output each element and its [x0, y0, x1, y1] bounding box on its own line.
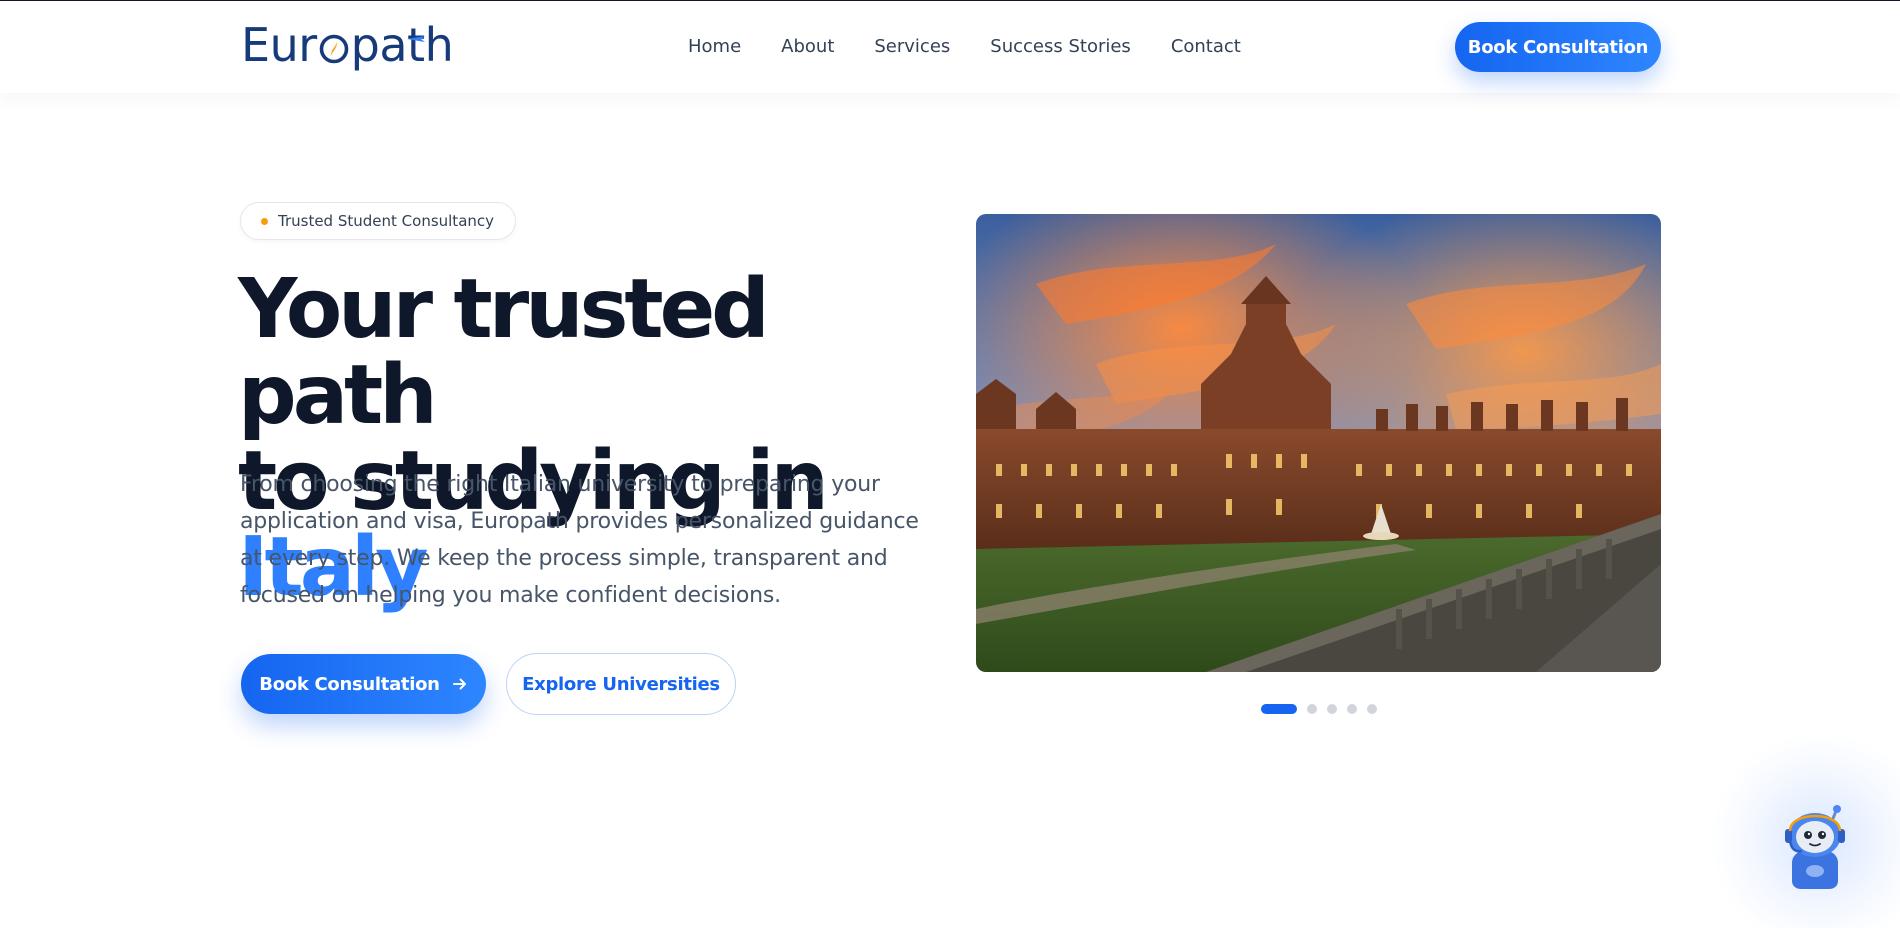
- hero-book-consultation-button[interactable]: Book Consultation: [241, 654, 486, 714]
- carousel-dot-2[interactable]: [1307, 704, 1317, 714]
- hero-book-consultation-label: Book Consultation: [259, 673, 440, 695]
- hero-carousel-image: [976, 214, 1661, 672]
- hero-lead: From choosing the right Italian universi…: [240, 472, 919, 608]
- carousel-dot-5[interactable]: [1367, 704, 1377, 714]
- carousel-dots: [1261, 704, 1377, 714]
- logo-text-part1: Eur: [241, 18, 317, 72]
- logo[interactable]: Eur path: [241, 17, 454, 73]
- trust-badge: Trusted Student Consultancy: [240, 202, 517, 240]
- nav-item-services[interactable]: Services: [874, 35, 950, 59]
- main-nav: Home About Services Success Stories Cont…: [688, 35, 1241, 59]
- badge-text: Trusted Student Consultancy: [278, 212, 495, 230]
- logo-text-part2: path: [350, 18, 454, 72]
- nav-item-contact[interactable]: Contact: [1171, 35, 1241, 59]
- badge-dot: [261, 217, 268, 225]
- carousel-dot-1[interactable]: [1261, 704, 1297, 714]
- headline-line1: Your trusted path: [238, 262, 770, 443]
- nav-item-success-stories[interactable]: Success Stories: [990, 35, 1131, 59]
- site-header: Eur path Home About Services Success Sto…: [0, 1, 1900, 93]
- header-book-consultation-button[interactable]: Book Consultation: [1455, 22, 1661, 72]
- carousel-dot-3[interactable]: [1327, 704, 1337, 714]
- university-building-illustration: [976, 214, 1661, 672]
- robot-assistant-icon[interactable]: [1778, 801, 1852, 889]
- arrow-right-icon: [452, 678, 466, 690]
- explore-universities-button[interactable]: Explore Universities: [506, 653, 736, 715]
- carousel-dot-4[interactable]: [1347, 704, 1357, 714]
- plane-icon: [407, 36, 425, 42]
- nav-item-about[interactable]: About: [781, 35, 834, 59]
- nav-item-home[interactable]: Home: [688, 35, 741, 59]
- compass-icon: [318, 33, 350, 65]
